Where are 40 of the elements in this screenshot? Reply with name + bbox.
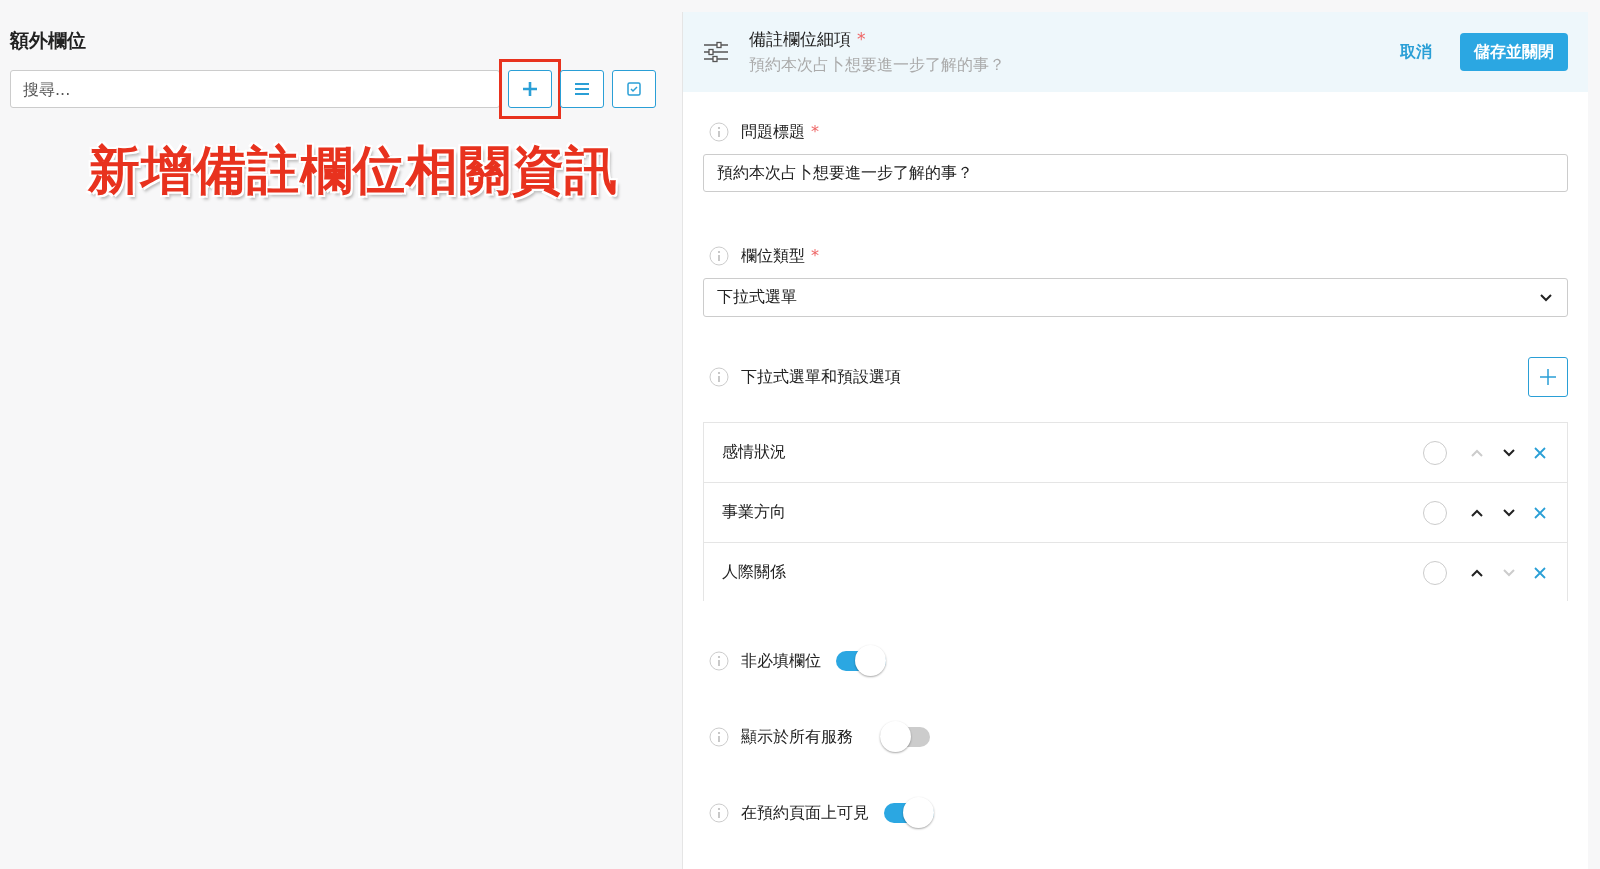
panel-subtitle: 預約本次占卜想要進一步了解的事？ xyxy=(749,55,1006,76)
info-icon xyxy=(709,122,729,142)
field-label: 下拉式選單和預設選項 xyxy=(741,366,901,388)
panel-title: 備註欄位細項 * xyxy=(749,28,867,51)
default-radio[interactable] xyxy=(1423,560,1447,585)
required-marker: * xyxy=(811,245,819,265)
toggle-label: 顯示於所有服務 xyxy=(741,726,853,748)
question-input[interactable]: 預約本次占卜想要進一步了解的事？ xyxy=(703,154,1568,192)
field-label: 問題標題 * xyxy=(741,121,819,143)
required-marker: * xyxy=(811,121,819,141)
menu-icon xyxy=(574,82,590,96)
section-title: 額外欄位 xyxy=(10,28,87,53)
toggle-label: 非必填欄位 xyxy=(741,650,821,672)
field-label: 欄位類型 * xyxy=(741,245,819,267)
close-icon xyxy=(1533,565,1547,580)
info-icon xyxy=(709,367,729,387)
close-icon xyxy=(1533,505,1547,520)
option-label: 感情狀況 xyxy=(722,442,787,463)
annotation-text: 新增備註欄位相關資訊 xyxy=(88,139,618,202)
plus-icon xyxy=(522,81,538,97)
checkbox-icon xyxy=(627,82,641,96)
default-radio[interactable] xyxy=(1423,440,1447,465)
select-button[interactable] xyxy=(612,70,656,108)
info-icon xyxy=(709,246,729,266)
field-type-select[interactable]: 下拉式選單 xyxy=(703,278,1568,317)
info-icon xyxy=(709,803,729,823)
info-icon xyxy=(709,727,729,747)
close-icon xyxy=(1533,445,1547,460)
search-field[interactable]: 搜尋... xyxy=(10,70,500,108)
plus-icon xyxy=(1540,369,1556,385)
list-button[interactable] xyxy=(560,70,604,108)
info-icon xyxy=(709,651,729,671)
default-radio[interactable] xyxy=(1423,500,1447,525)
toggle-label: 在預約頁面上可見 xyxy=(741,802,869,824)
required-marker: * xyxy=(857,29,866,49)
option-label: 事業方向 xyxy=(722,502,787,523)
add-button[interactable] xyxy=(508,70,552,108)
sliders-icon xyxy=(703,41,729,63)
option-label: 人際關係 xyxy=(722,562,787,583)
add-option-button[interactable] xyxy=(1528,357,1568,397)
